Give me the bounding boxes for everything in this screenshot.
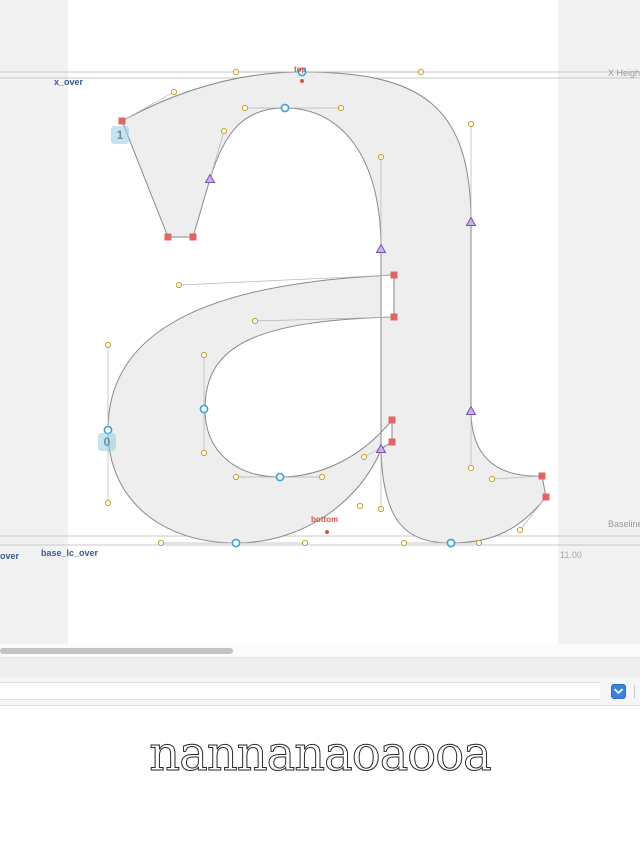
handle-point — [232, 68, 240, 76]
glyph-edit-canvas[interactable]: x_over X Heigh Baseline over base_lc_ove… — [0, 0, 640, 644]
overshoot-label: over — [0, 551, 20, 561]
horizontal-scrollbar[interactable] — [0, 644, 640, 657]
preview-text: nannanaoaooa — [149, 726, 492, 783]
smooth-node — [231, 538, 241, 548]
handle-point — [301, 539, 309, 547]
handle-point — [360, 453, 368, 461]
chevron-down-icon — [614, 688, 623, 694]
toolbar-divider — [634, 685, 635, 698]
bottom-anchor-label: bottom — [311, 515, 339, 524]
handle-point — [475, 539, 483, 547]
x-over-label: x_over — [54, 77, 84, 87]
handle-point — [467, 464, 475, 472]
smooth-node — [446, 538, 456, 548]
top-anchor — [300, 79, 304, 83]
handle-point — [337, 104, 345, 112]
handle-point — [175, 281, 183, 289]
corner-node — [538, 472, 546, 480]
handle-point — [220, 127, 228, 135]
handle-point — [488, 475, 496, 483]
handle-point — [251, 317, 259, 325]
handle-point — [104, 499, 112, 507]
handle-point — [200, 351, 208, 359]
handle-point — [377, 505, 385, 513]
preview-panel: nannanaoaooa — [0, 706, 640, 856]
x-height-label: X Heigh — [608, 68, 640, 78]
preview-text-bar — [0, 677, 640, 706]
handle-point — [467, 120, 475, 128]
smooth-node — [199, 404, 209, 414]
corner-node — [390, 271, 398, 279]
corner-node — [189, 233, 197, 241]
glyph-width-value: 11.00 — [560, 550, 582, 560]
editor-tool-strip — [0, 657, 640, 678]
handle-point — [377, 153, 385, 161]
preview-options-dropdown[interactable] — [611, 684, 626, 699]
corner-node — [388, 438, 396, 446]
corner-node — [390, 313, 398, 321]
handle-point — [170, 88, 178, 96]
handle-point — [241, 104, 249, 112]
base-lc-over-label: base_lc_over — [41, 548, 99, 558]
handle-point — [356, 502, 364, 510]
baseline-label: Baseline — [608, 519, 640, 529]
handle-point — [157, 539, 165, 547]
corner-node — [118, 117, 126, 125]
handle-point — [417, 68, 425, 76]
top-anchor-label: top — [294, 65, 307, 74]
handle-point — [104, 341, 112, 349]
handle-point — [318, 473, 326, 481]
corner-node — [164, 233, 172, 241]
handle-point — [232, 473, 240, 481]
scrollbar-thumb[interactable] — [0, 648, 233, 654]
glyph-outline[interactable] — [107, 71, 547, 544]
handle-point — [400, 539, 408, 547]
handle-point — [516, 526, 524, 534]
bottom-anchor — [325, 530, 329, 534]
preview-text-input[interactable] — [0, 682, 600, 700]
node-index-badge: 0 — [98, 433, 116, 451]
handle-point — [200, 449, 208, 457]
corner-node — [542, 493, 550, 501]
corner-node — [388, 416, 396, 424]
smooth-node — [275, 472, 285, 482]
node-index-badge: 1 — [111, 126, 129, 144]
smooth-node — [280, 103, 290, 113]
